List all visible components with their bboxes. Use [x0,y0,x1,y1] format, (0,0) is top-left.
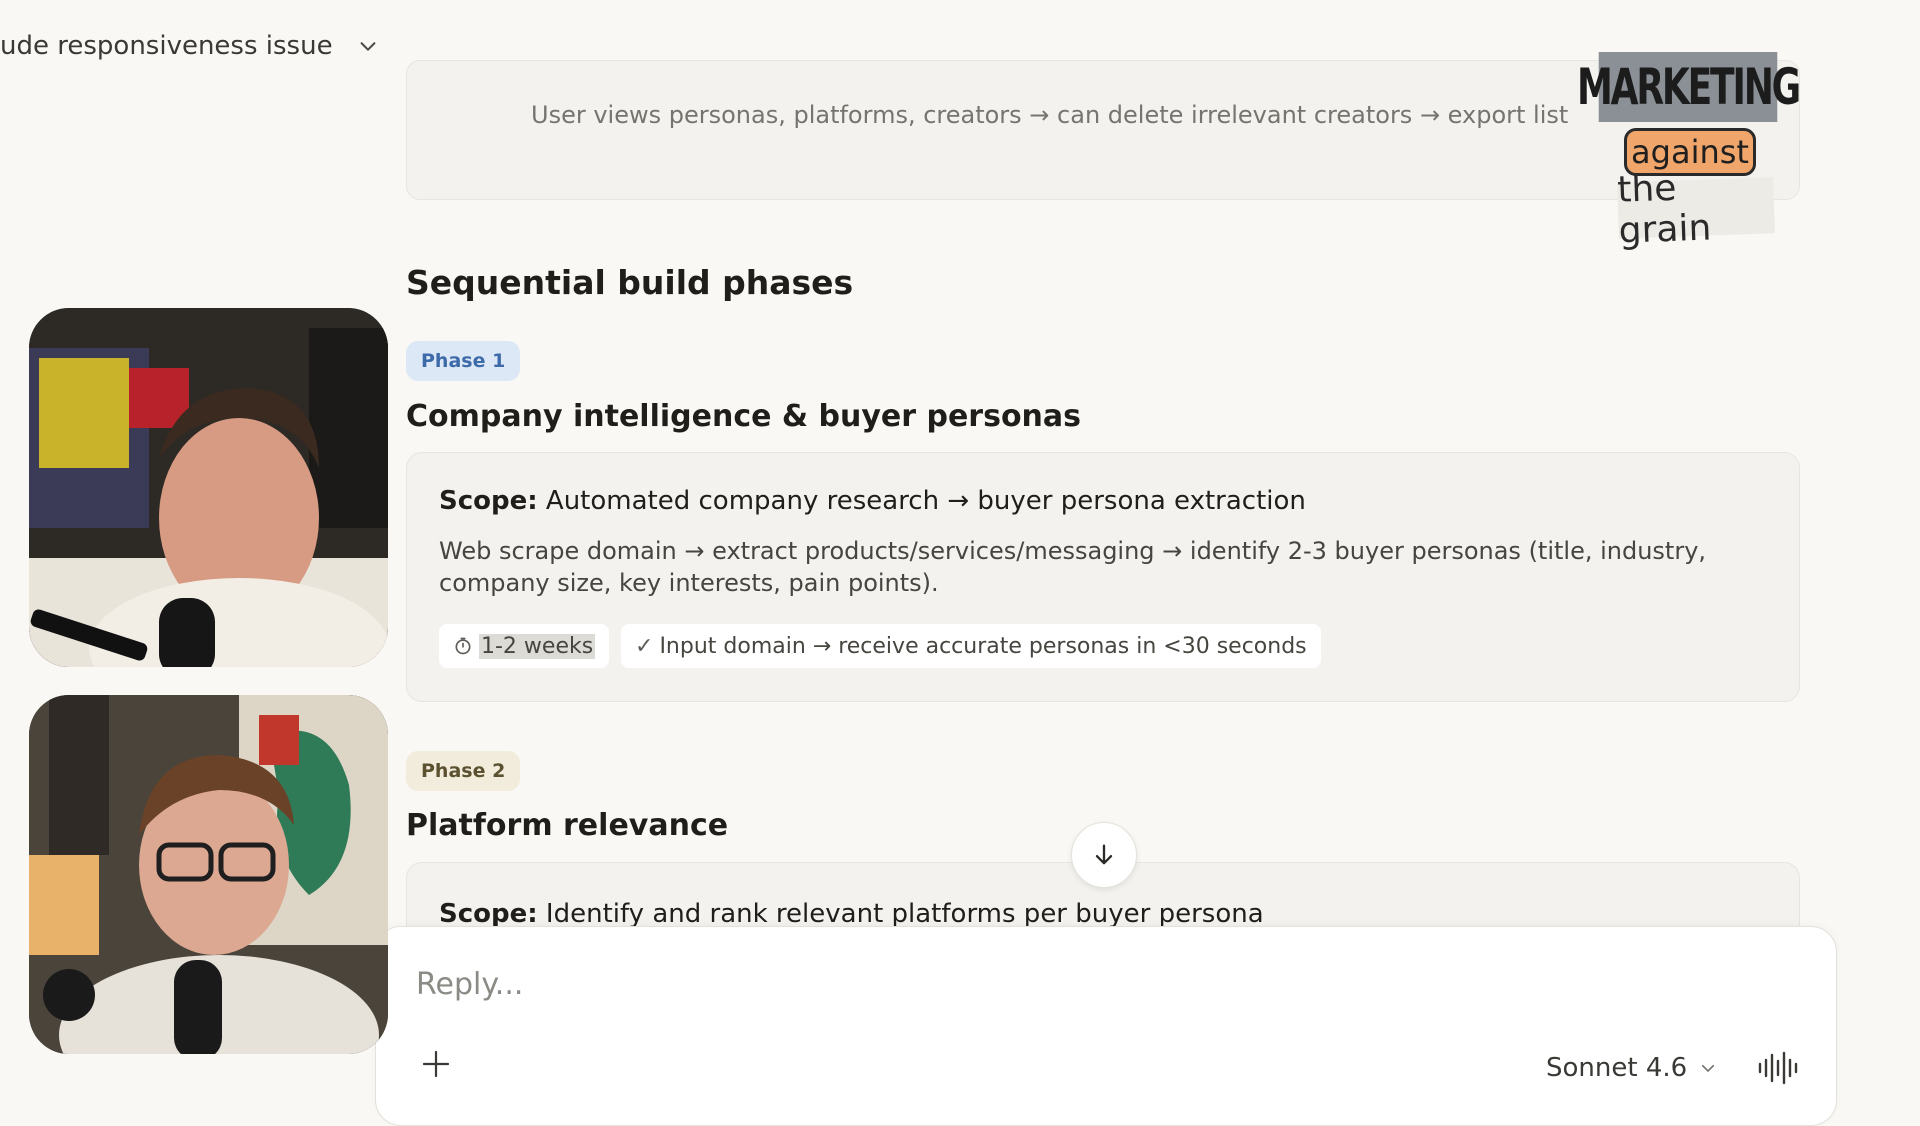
plus-icon[interactable] [421,1049,451,1079]
participant-1-video [29,308,388,667]
timeline-chip: 1-2 weeks [439,624,610,668]
scope-label: Scope: [439,899,538,929]
chevron-down-icon [1702,1064,1715,1072]
scope-text: Identify and rank relevant platforms per… [545,899,1264,929]
phase-2-title: Platform relevance [406,808,729,843]
success-criteria-chip: ✓ Input domain → receive accurate person… [621,624,1321,668]
participant-1-video-frame [29,308,388,667]
phase-1-card: Scope: Automated company research → buye… [406,452,1800,702]
phase-1-title: Company intelligence & buyer personas [406,399,1082,434]
scroll-to-bottom-button[interactable] [1071,822,1137,888]
logo-the-grain: the grain [1617,168,1775,252]
phase-2-scope: Scope: Identify and rank relevant platfo… [439,899,1264,929]
timer-icon [455,637,471,655]
marketing-against-the-grain-logo: MARKETING against the grain [1562,48,1814,278]
phase-1-description: Web scrape domain → extract products/ser… [439,537,1707,597]
chat-title: ude responsiveness issue [0,31,333,61]
model-selector[interactable]: Sonnet 4.6 [1546,1053,1717,1083]
phase-1-scope: Scope: Automated company research → buye… [439,486,1306,516]
arrow-down-icon [1095,844,1113,865]
scope-text: Automated company research → buyer perso… [545,486,1306,516]
model-name: Sonnet 4.6 [1546,1053,1688,1083]
participant-2-video-frame [29,695,388,1054]
chevron-down-icon [360,42,376,51]
check-icon: ✓ [635,633,654,659]
reply-input[interactable] [416,967,1616,1002]
logo-wordmark: MARKETING [1577,52,1801,122]
reply-composer: Sonnet 4.6 [375,926,1837,1126]
section-heading: Sequential build phases [406,263,854,302]
participant-2-video [29,695,388,1054]
chat-title-menu[interactable]: ude responsiveness issue [0,26,379,66]
scope-label: Scope: [439,486,538,516]
success-criteria-text: Input domain → receive accurate personas… [659,633,1307,659]
timeline-text: 1-2 weeks [479,633,596,659]
phase-2-badge: Phase 2 [406,751,521,791]
user-flow-text: User views personas, platforms, creators… [531,101,1569,129]
phase-1-badge: Phase 1 [406,341,521,381]
